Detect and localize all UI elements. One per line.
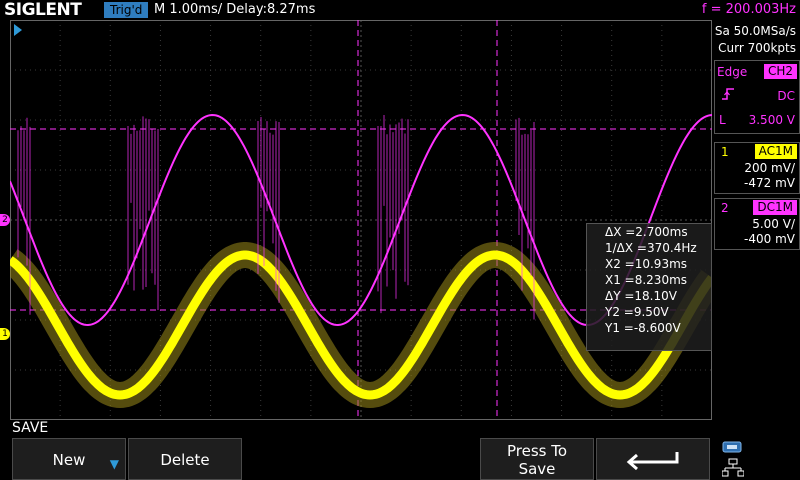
new-softkey[interactable]: New ▼ [12, 438, 126, 480]
back-softkey[interactable] [596, 438, 710, 480]
chevron-down-icon: ▼ [110, 457, 119, 471]
channel-1-info[interactable]: 1 AC1M 200 mV/ -472 mV [714, 142, 800, 194]
trigger-type: Edge [717, 65, 747, 79]
ch2-offset: -400 mV [744, 232, 795, 246]
right-info-panel: Sa 50.0MSa/s Curr 700kpts Edge CH2 DC L … [712, 20, 800, 438]
timebase-readout[interactable]: M 1.00ms/ Delay:8.27ms [154, 0, 315, 20]
trigger-info-box[interactable]: Edge CH2 DC L 3.500 V [714, 60, 800, 134]
sample-rate: Sa 50.0MSa/s [715, 24, 800, 39]
frequency-counter: f = 200.003Hz [702, 0, 796, 20]
ch2-coupling-badge: DC1M [753, 200, 797, 215]
ch2-scale: 5.00 V/ [752, 217, 795, 231]
ch1-level-marker[interactable]: 1 [0, 328, 10, 340]
trigger-level: 3.500 V [749, 113, 795, 127]
trigger-source-badge: CH2 [764, 64, 797, 79]
return-arrow-icon [623, 448, 683, 470]
trigger-status-badge[interactable]: Trig'd [104, 2, 148, 18]
memory-depth: Curr 700kpts [718, 41, 800, 56]
trigger-level-prefix: L [719, 113, 726, 127]
y1-readout: Y1 =-8.600V [587, 320, 711, 336]
ch1-number: 1 [721, 145, 729, 159]
x1-readout: X1 =8.230ms [587, 272, 711, 288]
ch1-coupling-badge: AC1M [755, 144, 797, 159]
y2-readout: Y2 =9.50V [587, 304, 711, 320]
brand-logo: SIGLENT [4, 0, 81, 20]
menu-title: SAVE [12, 420, 48, 436]
delete-label: Delete [129, 439, 241, 469]
ch1-scale: 200 mV/ [744, 161, 795, 175]
ch1-offset: -472 mV [744, 176, 795, 190]
waveform-canvas[interactable] [10, 20, 712, 420]
ch2-number: 2 [721, 201, 729, 215]
new-label: New [13, 439, 125, 469]
trigger-coupling: DC [777, 89, 795, 103]
ch2-level-marker[interactable]: 2 [0, 214, 10, 226]
press-to-save-softkey[interactable]: Press To Save [480, 438, 594, 480]
usb-icon [722, 440, 744, 454]
press-to-save-line1: Press To [481, 439, 593, 460]
channel-2-info[interactable]: 2 DC1M 5.00 V/ -400 mV [714, 198, 800, 250]
network-icon[interactable] [722, 458, 744, 478]
cursor-measurement-panel: ΔX =2.700ms 1/ΔX =370.4Hz X2 =10.93ms X1… [586, 223, 712, 351]
waveform-display[interactable] [10, 20, 712, 420]
x2-readout: X2 =10.93ms [587, 256, 711, 272]
inverse-delta-x-readout: 1/ΔX =370.4Hz [587, 240, 711, 256]
delta-y-readout: ΔY =18.10V [587, 288, 711, 304]
delta-x-readout: ΔX =2.700ms [587, 224, 711, 240]
delete-softkey[interactable]: Delete [128, 438, 242, 480]
rising-edge-icon [721, 87, 735, 101]
press-to-save-line2: Save [481, 460, 593, 478]
